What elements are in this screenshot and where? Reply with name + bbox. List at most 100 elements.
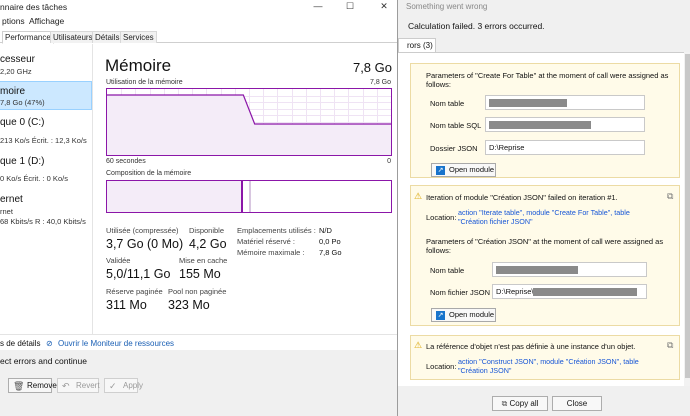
used-label: Utilisée (compressée) <box>106 226 179 235</box>
menu-item-options[interactable]: ptions <box>2 16 25 26</box>
slots-label: Emplacements utilisés : <box>237 226 316 235</box>
redacted-value <box>489 99 567 107</box>
memory-panel: Mémoire 7,8 Go Utilisation de la mémoire… <box>92 44 405 334</box>
sidebar-item-sub: 0 Ko/s Écrit. : 0 Ko/s <box>0 174 68 183</box>
page-title: Mémoire <box>105 56 172 75</box>
copy-icon[interactable]: ⧉ <box>667 191 673 202</box>
tab-bar: Performance Utilisateurs Détails Service… <box>0 31 405 44</box>
composition-label: Composition de la mémoire <box>106 170 192 177</box>
fewer-details-link[interactable]: s de détails <box>0 339 40 348</box>
memory-total: 7,8 Go <box>352 60 392 75</box>
maximize-button[interactable]: ☐ <box>338 0 362 13</box>
open-module-label: Open module <box>449 165 495 174</box>
revert-button[interactable]: ↶ Revert <box>57 378 100 393</box>
background-app: ect errors and continue 🗑 Remove ↶ Rever… <box>0 350 397 416</box>
sidebar-item-memoire[interactable]: moire 7,8 Go (47%) <box>0 81 92 110</box>
window-title: nnaire des tâches <box>0 2 68 12</box>
cache-label: Mise en cache <box>179 256 228 265</box>
used-value: 3,7 Go (0 Mo) <box>106 237 184 251</box>
sidebar-item-sub2: 68 Kbits/s R : 40,0 Kbits/s <box>0 217 86 226</box>
validated-label: Validée <box>106 256 131 265</box>
minimize-button[interactable]: — <box>306 0 330 13</box>
location-link[interactable]: action "Iterate table", module "Create F… <box>458 208 658 226</box>
tab-utilisateurs[interactable]: Utilisateurs <box>50 31 96 43</box>
redacted-value <box>496 266 578 274</box>
graph-x-right: 0 <box>387 158 391 165</box>
check-icon: ✓ <box>109 381 117 391</box>
paged-pool-value: 311 Mo <box>106 298 147 312</box>
dialog-message: Calculation failed. 3 errors occurred. <box>408 21 545 31</box>
close-button[interactable]: ✕ <box>372 0 396 13</box>
field-value-nom-fichier-json: D:\Reprise\ <box>492 284 647 299</box>
memory-usage-graph <box>106 88 392 156</box>
tab-errors[interactable]: rors (3) <box>398 38 436 52</box>
error-item-1: Parameters of "Create For Table" at the … <box>410 63 680 178</box>
sidebar-item-label: moire <box>0 86 26 97</box>
slots-value: N/D <box>319 226 332 235</box>
field-value-text: D:\Reprise\ <box>496 287 534 296</box>
available-label: Disponible <box>189 226 225 235</box>
errors-list: Parameters of "Create For Table" at the … <box>398 52 690 386</box>
copy-all-label: Copy all <box>509 399 539 408</box>
hardware-reserved-label: Matériel réservé : <box>237 237 295 246</box>
error-item-3: ⚠ ⧉ La référence d'objet n'est pas défin… <box>410 335 680 380</box>
sidebar-item-label: cesseur <box>0 54 36 65</box>
tab-details[interactable]: Détails <box>92 31 123 43</box>
max-memory-value: 7,8 Go <box>319 248 342 257</box>
sidebar-item-sub: 2,20 GHz <box>0 67 32 76</box>
task-manager-footer: s de détails ⊘ Ouvrir le Moniteur de res… <box>0 334 405 350</box>
sidebar-item-disque-1[interactable]: que 1 (D:) 0 Ko/s Écrit. : 0 Ko/s <box>0 152 92 184</box>
open-module-button[interactable]: ↗ Open module <box>431 163 496 177</box>
location-link[interactable]: action "Construct JSON", module "Créatio… <box>458 357 658 375</box>
copy-icon[interactable]: ⧉ <box>667 340 673 351</box>
undo-icon: ↶ <box>62 381 70 391</box>
warning-icon: ⚠ <box>414 340 423 350</box>
open-module-button[interactable]: ↗ Open module <box>431 308 496 322</box>
resource-sidebar: cesseur 2,20 GHz moire 7,8 Go (47%) que … <box>0 44 92 334</box>
field-label: Dossier JSON <box>430 144 478 153</box>
field-label: Nom fichier JSON <box>430 288 491 297</box>
resource-monitor-link[interactable]: Ouvrir le Moniteur de ressources <box>58 339 174 348</box>
location-label: Location: <box>426 362 457 371</box>
field-value-nom-table-sql <box>485 117 645 132</box>
usage-graph-max: 7,8 Go <box>369 79 391 86</box>
validated-value: 5,0/11,1 Go <box>106 267 171 281</box>
arrow-icon: ↗ <box>436 166 445 175</box>
remove-button[interactable]: 🗑 Remove <box>8 378 57 393</box>
max-memory-label: Mémoire maximale : <box>237 248 305 257</box>
revert-button-label: Revert <box>76 381 100 390</box>
usage-graph-label: Utilisation de la mémoire <box>106 79 183 86</box>
sidebar-item-sub: 7,8 Go (47%) <box>0 98 45 107</box>
field-value-nom-table <box>492 262 647 277</box>
redacted-value <box>533 288 637 296</box>
copy-icon: ⧉ <box>501 399 510 408</box>
task-manager-window: nnaire des tâches — ☐ ✕ ptions Affichage… <box>0 0 406 350</box>
title-bar: nnaire des tâches — ☐ ✕ <box>0 0 405 13</box>
field-label: Nom table <box>430 99 465 108</box>
scrollbar-thumb[interactable] <box>685 54 690 378</box>
usage-graph-svg <box>107 89 391 155</box>
close-dialog-button[interactable]: Close <box>552 396 602 411</box>
dialog-title: Something went wrong <box>406 2 488 11</box>
sidebar-item-label: que 0 (C:) <box>0 117 45 128</box>
tab-performance[interactable]: Performance <box>2 31 54 44</box>
nonpaged-pool-label: Pool non paginée <box>168 287 227 296</box>
sidebar-item-processeur[interactable]: cesseur 2,20 GHz <box>0 50 92 80</box>
apply-button[interactable]: ✓ Apply <box>104 378 143 393</box>
arrow-icon: ↗ <box>436 311 445 320</box>
menu-item-affichage[interactable]: Affichage <box>29 16 64 26</box>
error-dialog: Something went wrong Calculation failed.… <box>397 0 690 416</box>
sidebar-item-disque-0[interactable]: que 0 (C:) 213 Ko/s Écrit. : 12,3 Ko/s <box>0 114 92 146</box>
errors-scrollbar[interactable] <box>684 52 690 386</box>
params-title: Parameters of "Création JSON" at the mom… <box>426 237 664 255</box>
graph-x-left: 60 secondes <box>106 158 146 165</box>
cache-value: 155 Mo <box>179 267 221 281</box>
field-value-nom-table <box>485 95 645 110</box>
copy-all-button[interactable]: ⧉ Copy all <box>492 396 548 411</box>
sidebar-item-sub: rnet <box>0 207 13 216</box>
continue-option-label: ect errors and continue <box>0 356 87 366</box>
remove-button-label: Remove <box>27 381 57 390</box>
sidebar-item-label: que 1 (D:) <box>0 156 45 167</box>
warning-icon: ⚠ <box>414 191 423 201</box>
tab-services[interactable]: Services <box>120 31 157 43</box>
